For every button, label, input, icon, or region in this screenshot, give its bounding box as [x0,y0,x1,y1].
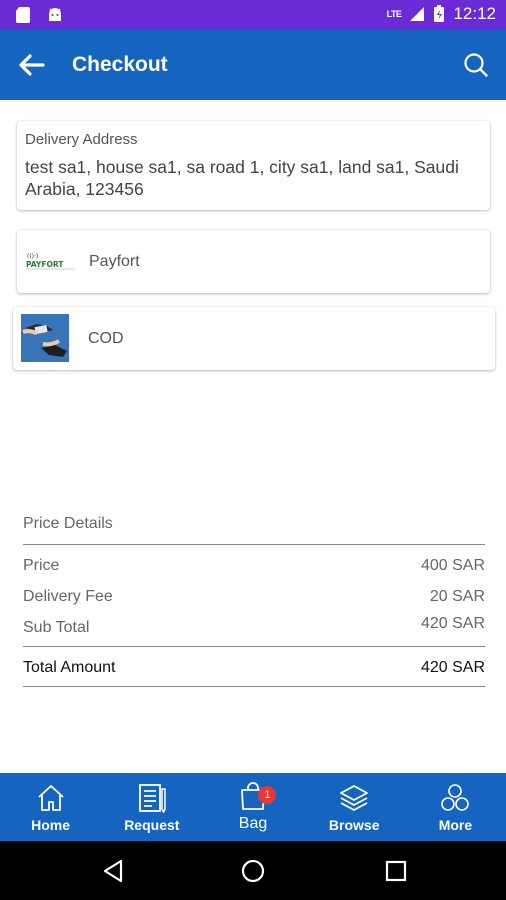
total-amount-label: Total Amount [23,659,116,676]
total-amount-value: 420 SAR [420,659,485,676]
svg-text:(()·): (()·) [27,253,38,260]
nav-home-label: Home [31,817,71,833]
svg-text:PAYFORT: PAYFORT [26,260,64,269]
divider [23,686,485,687]
nav-request[interactable]: Request [101,773,202,841]
system-nav-bar [0,841,506,900]
bag-count-badge: 1 [258,786,277,804]
payfort-logo: (()·) PAYFORT [26,253,75,270]
nav-home[interactable]: Home [0,773,101,841]
nav-browse[interactable]: Browse [304,773,405,841]
android-icon [49,8,61,21]
price-row-value: 400 SAR [420,557,485,574]
nav-request-label: Request [124,817,180,833]
divider [23,646,485,647]
nav-more-label: More [438,817,473,833]
delivery-fee-label: Delivery Fee [23,588,113,605]
sub-total-value: 420 SAR [420,615,485,632]
nav-bag[interactable]: 1 Bag [202,773,303,841]
cash-handover-image [21,314,69,362]
nav-more[interactable]: More [405,773,506,841]
payment-option-payfort[interactable]: (()·) PAYFORT Payfort [17,230,490,293]
home-icon [37,785,64,811]
layers-icon [340,785,369,811]
back-arrow-icon[interactable] [16,51,46,79]
clock: 12:12 [453,4,496,23]
app-bar: Checkout [0,30,506,100]
request-icon [138,784,166,813]
delivery-fee-value: 20 SAR [429,588,485,605]
cod-label: COD [88,330,124,347]
bottom-nav: Home Request 1 Bag Browse More [0,773,506,841]
recents-square-icon[interactable] [383,858,409,884]
page-title: Checkout [72,53,168,76]
price-details: Price Details Price 400 SAR Delivery Fee… [23,515,485,687]
battery-icon [434,5,445,22]
delivery-address-card[interactable]: Delivery Address test sa1, house sa1, sa… [17,121,490,210]
status-bar: LTE 12:12 [0,0,506,30]
search-icon[interactable] [462,51,490,79]
sub-total-label: Sub Total [23,619,90,636]
back-triangle-icon[interactable] [100,858,126,884]
payment-option-cod[interactable]: COD [13,307,495,370]
nav-bag-label: Bag [238,815,268,832]
price-details-heading: Price Details [23,515,113,532]
home-circle-icon[interactable] [240,858,266,884]
more-icon [441,784,470,811]
delivery-address-text: test sa1, house sa1, sa road 1, city sa1… [25,157,459,199]
nav-browse-label: Browse [328,817,380,833]
payfort-label: Payfort [89,253,140,270]
network-type: LTE [386,9,402,19]
sd-card-icon [16,7,30,23]
divider [23,544,485,545]
delivery-address-label: Delivery Address [25,131,138,148]
price-row-label: Price [23,557,60,574]
signal-icon [410,7,425,21]
